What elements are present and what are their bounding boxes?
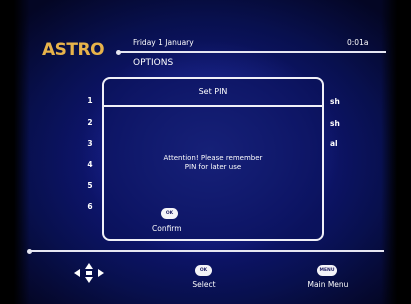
dialog-title-divider xyxy=(104,105,322,107)
select-label[interactable]: Select xyxy=(186,280,222,289)
dialog-message-line: PIN for later use xyxy=(184,163,242,171)
list-item-number[interactable]: 3 xyxy=(86,139,94,148)
list-item-number[interactable]: 5 xyxy=(86,181,94,190)
header-divider xyxy=(120,51,386,53)
page-title: OPTIONS xyxy=(133,58,174,68)
menu-key-icon[interactable]: MENU xyxy=(317,265,337,276)
list-item-number[interactable]: 4 xyxy=(86,160,94,169)
time-label: 0:01a xyxy=(347,38,369,47)
list-item-number[interactable]: 6 xyxy=(86,202,94,211)
dialog-message: Attention! Please remember PIN for later… xyxy=(104,154,322,172)
ok-key-icon[interactable]: OK xyxy=(195,265,212,276)
date-label: Friday 1 January xyxy=(133,38,194,47)
list-item-number[interactable]: 1 xyxy=(86,96,94,105)
list-item-number[interactable]: 2 xyxy=(86,118,94,127)
list-item-text-fragment: sh xyxy=(330,97,340,106)
dialog-message-line: Attention! Please remember xyxy=(163,154,263,162)
confirm-label[interactable]: Confirm xyxy=(152,224,182,233)
astro-logo: ASTRO xyxy=(42,40,105,60)
list-item-text-fragment: al xyxy=(330,139,338,148)
footer-divider xyxy=(30,250,384,252)
list-item-text-fragment: sh xyxy=(330,119,340,128)
main-menu-label[interactable]: Main Menu xyxy=(305,280,351,289)
set-pin-dialog: Set PIN Attention! Please remember PIN f… xyxy=(102,77,324,241)
ok-key-icon[interactable]: OK xyxy=(161,208,178,219)
dpad-arrows-icon xyxy=(74,263,104,283)
dialog-title: Set PIN xyxy=(198,87,228,96)
